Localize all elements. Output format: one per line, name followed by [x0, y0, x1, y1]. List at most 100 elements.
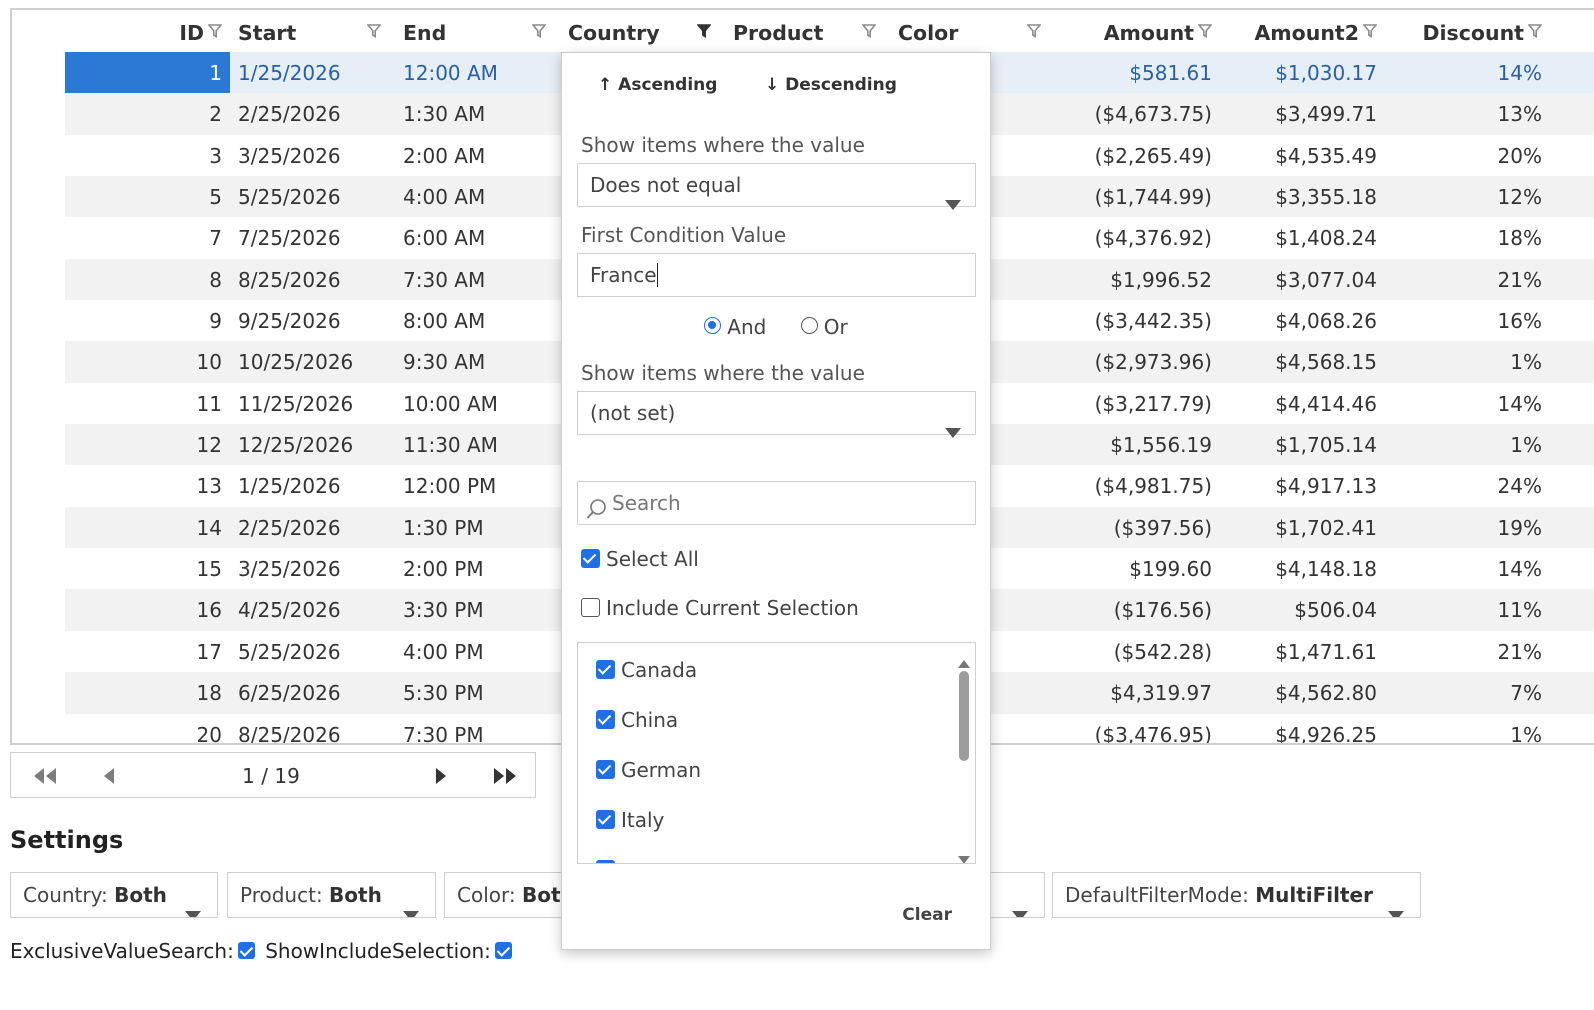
cell-start[interactable]: 2/25/2026	[238, 93, 395, 134]
cell-start[interactable]: 3/25/2026	[238, 548, 395, 589]
first-value-input[interactable]: France	[577, 253, 976, 297]
clear-button[interactable]: Clear	[902, 905, 952, 925]
cell-amount2[interactable]: $1,705.14	[1220, 424, 1377, 465]
cell-start[interactable]: 5/25/2026	[238, 631, 395, 672]
cell-id[interactable]: 17	[65, 631, 230, 672]
cell-amount[interactable]: ($3,476.95)	[1055, 714, 1212, 744]
cell-start[interactable]: 6/25/2026	[238, 672, 395, 713]
cell-amount[interactable]: ($2,265.49)	[1055, 135, 1212, 176]
list-item[interactable]: Canada	[596, 658, 697, 682]
condition2-select[interactable]: (not set)	[577, 391, 976, 438]
cell-amount2[interactable]: $3,077.04	[1220, 259, 1377, 300]
cell-id[interactable]: 12	[65, 424, 230, 465]
cell-end[interactable]: 1:30 AM	[403, 93, 560, 134]
last-page-icon[interactable]	[485, 761, 525, 791]
cell-amount2[interactable]: $3,355.18	[1220, 176, 1377, 217]
cell-start[interactable]: 8/25/2026	[238, 714, 395, 744]
cell-id[interactable]: 1	[65, 52, 230, 93]
cell-id[interactable]: 16	[65, 589, 230, 630]
cell-end[interactable]: 2:00 PM	[403, 548, 560, 589]
cell-amount[interactable]: ($3,442.35)	[1055, 300, 1212, 341]
cell-end[interactable]: 9:30 AM	[403, 341, 560, 382]
cell-end[interactable]: 5:30 PM	[403, 672, 560, 713]
column-header-country[interactable]: Country	[560, 10, 725, 54]
cell-discount[interactable]: 1%	[1385, 714, 1542, 744]
sort-ascending-button[interactable]: ↑ Ascending	[598, 75, 717, 95]
column-header-id[interactable]: ID	[65, 10, 230, 54]
cell-id[interactable]: 3	[65, 135, 230, 176]
cell-id[interactable]: 8	[65, 259, 230, 300]
cell-amount2[interactable]: $3,499.71	[1220, 93, 1377, 134]
cell-discount[interactable]: 18%	[1385, 217, 1542, 258]
cell-discount[interactable]: 16%	[1385, 300, 1542, 341]
cell-end[interactable]: 11:30 AM	[403, 424, 560, 465]
cell-amount[interactable]: $199.60	[1055, 548, 1212, 589]
cell-start[interactable]: 11/25/2026	[238, 383, 395, 424]
cell-end[interactable]: 4:00 PM	[403, 631, 560, 672]
scrollbar-thumb[interactable]	[959, 671, 969, 761]
list-item[interactable]: China	[596, 708, 678, 732]
cell-id[interactable]: 20	[65, 714, 230, 744]
cell-id[interactable]: 13	[65, 465, 230, 506]
or-radio[interactable]: Or	[800, 315, 848, 339]
cell-amount2[interactable]: $1,471.61	[1220, 631, 1377, 672]
previous-page-icon[interactable]	[89, 761, 129, 791]
cell-start[interactable]: 9/25/2026	[238, 300, 395, 341]
column-header-end[interactable]: End	[395, 10, 560, 54]
filter-value-list[interactable]: Canada China German Italy	[577, 642, 976, 864]
cell-end[interactable]: 10:00 AM	[403, 383, 560, 424]
cell-amount[interactable]: $1,996.52	[1055, 259, 1212, 300]
filter-funnel-icon[interactable]	[532, 24, 546, 38]
cell-id[interactable]: 10	[65, 341, 230, 382]
cell-amount2[interactable]: $4,068.26	[1220, 300, 1377, 341]
cell-amount[interactable]: $4,319.97	[1055, 672, 1212, 713]
cell-end[interactable]: 2:00 AM	[403, 135, 560, 176]
cell-amount2[interactable]: $1,408.24	[1220, 217, 1377, 258]
cell-discount[interactable]: 21%	[1385, 259, 1542, 300]
cell-amount2[interactable]: $1,030.17	[1220, 52, 1377, 93]
and-radio[interactable]: And	[704, 315, 766, 339]
select-all-checkbox[interactable]: Select All	[581, 547, 699, 571]
filter-funnel-icon[interactable]	[1198, 24, 1212, 38]
cell-end[interactable]: 1:30 PM	[403, 507, 560, 548]
search-input[interactable]: Search	[577, 481, 976, 525]
list-item[interactable]: Italy	[596, 808, 664, 832]
cell-discount[interactable]: 20%	[1385, 135, 1542, 176]
cell-amount[interactable]: ($1,744.99)	[1055, 176, 1212, 217]
cell-amount2[interactable]: $4,562.80	[1220, 672, 1377, 713]
filter-funnel-icon[interactable]	[367, 24, 381, 38]
cell-end[interactable]: 6:00 AM	[403, 217, 560, 258]
cell-discount[interactable]: 19%	[1385, 507, 1542, 548]
sort-descending-button[interactable]: ↓ Descending	[765, 75, 897, 95]
cell-end[interactable]: 7:30 PM	[403, 714, 560, 744]
cell-id[interactable]: 11	[65, 383, 230, 424]
cell-id[interactable]: 14	[65, 507, 230, 548]
list-scrollbar[interactable]	[953, 643, 975, 863]
cell-amount[interactable]: $581.61	[1055, 52, 1212, 93]
cell-start[interactable]: 5/25/2026	[238, 176, 395, 217]
cell-start[interactable]: 4/25/2026	[238, 589, 395, 630]
cell-amount[interactable]: ($542.28)	[1055, 631, 1212, 672]
cell-amount[interactable]: ($3,217.79)	[1055, 383, 1212, 424]
cell-amount[interactable]: ($397.56)	[1055, 507, 1212, 548]
cell-end[interactable]: 4:00 AM	[403, 176, 560, 217]
cell-amount2[interactable]: $4,926.25	[1220, 714, 1377, 744]
include-current-selection-checkbox[interactable]: Include Current Selection	[581, 596, 859, 620]
cell-discount[interactable]: 14%	[1385, 548, 1542, 589]
cell-id[interactable]: 2	[65, 93, 230, 134]
cell-amount[interactable]: ($4,981.75)	[1055, 465, 1212, 506]
cell-start[interactable]: 1/25/2026	[238, 52, 395, 93]
cell-end[interactable]: 12:00 PM	[403, 465, 560, 506]
filter-funnel-icon[interactable]	[208, 24, 222, 38]
filter-funnel-icon[interactable]	[862, 24, 876, 38]
cell-id[interactable]: 15	[65, 548, 230, 589]
cell-amount[interactable]: $1,556.19	[1055, 424, 1212, 465]
first-page-icon[interactable]	[25, 761, 65, 791]
cell-start[interactable]: 8/25/2026	[238, 259, 395, 300]
exclusive-value-search-checkbox[interactable]	[237, 942, 255, 959]
cell-discount[interactable]: 7%	[1385, 672, 1542, 713]
next-page-icon[interactable]	[421, 761, 461, 791]
cell-discount[interactable]: 14%	[1385, 52, 1542, 93]
cell-start[interactable]: 12/25/2026	[238, 424, 395, 465]
cell-end[interactable]: 3:30 PM	[403, 589, 560, 630]
